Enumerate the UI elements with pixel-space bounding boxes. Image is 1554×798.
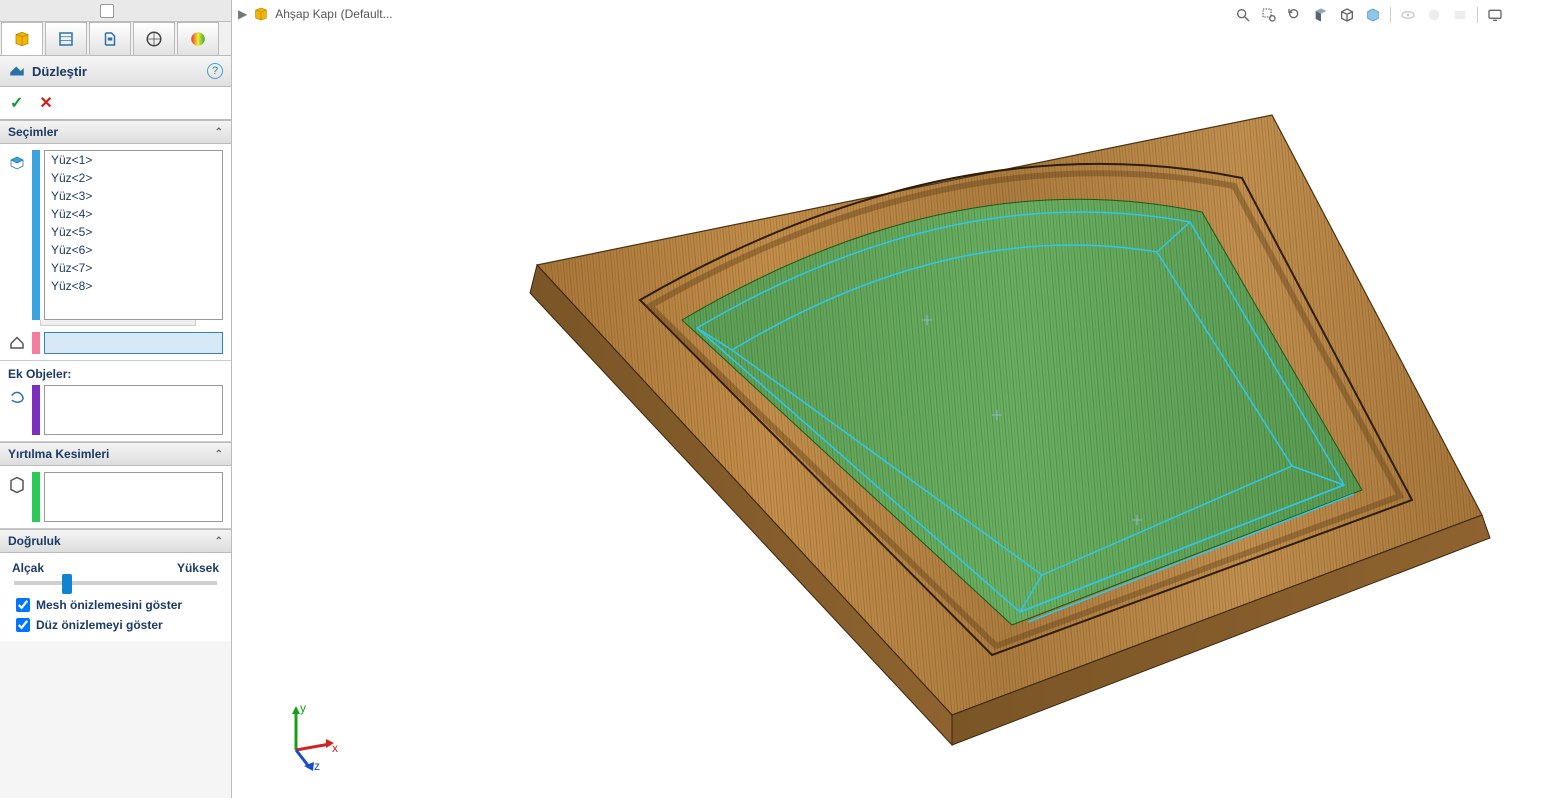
section-selections-title: Seçimler xyxy=(8,125,58,139)
face-selection-list[interactable]: Yüz<1> Yüz<2> Yüz<3> Yüz<4> Yüz<5> Yüz<6… xyxy=(44,150,223,320)
accuracy-high-label: Yüksek xyxy=(177,561,219,575)
section-tearcuts-title: Yırtılma Kesimleri xyxy=(8,447,109,461)
mesh-preview-checkbox[interactable] xyxy=(16,598,30,612)
property-panel: Düzleştir ? ✓ ✕ Seçimler ⌃ Yüz<1> Yüz<2>… xyxy=(0,0,232,798)
tab-property-manager[interactable] xyxy=(45,22,87,55)
tab-feature-manager[interactable] xyxy=(1,22,43,55)
help-icon[interactable]: ? xyxy=(207,63,223,79)
confirm-row: ✓ ✕ xyxy=(0,87,231,120)
section-selections-body: Yüz<1> Yüz<2> Yüz<3> Yüz<4> Yüz<5> Yüz<6… xyxy=(0,144,231,361)
flat-preview-label: Düz önizlemeyi göster xyxy=(36,618,163,632)
extra-objects-label: Ek Objeler: xyxy=(8,367,223,381)
feature-header: Düzleştir ? xyxy=(0,56,231,87)
list-item[interactable]: Yüz<2> xyxy=(45,169,222,187)
fixed-face-input[interactable] xyxy=(44,332,223,354)
selection-color-bar-pink xyxy=(32,332,40,354)
dock-toggle-icon[interactable] xyxy=(100,4,114,18)
section-accuracy-head[interactable]: Doğruluk ⌃ xyxy=(0,529,231,553)
section-tearcuts-body xyxy=(0,466,231,529)
section-extra-objects: Ek Objeler: xyxy=(0,361,231,442)
model-render[interactable] xyxy=(232,0,1554,798)
faces-icon xyxy=(8,150,28,175)
flatten-icon xyxy=(8,62,26,80)
tab-display-manager[interactable] xyxy=(177,22,219,55)
list-item[interactable]: Yüz<5> xyxy=(45,223,222,241)
accuracy-slider[interactable] xyxy=(14,581,217,585)
list-item[interactable]: Yüz<8> xyxy=(45,277,222,295)
mesh-preview-label: Mesh önizlemesini göster xyxy=(36,598,182,612)
section-selections-head[interactable]: Seçimler ⌃ xyxy=(0,120,231,144)
sidebar-tabs xyxy=(0,22,231,56)
mesh-preview-check-row[interactable]: Mesh önizlemesini göster xyxy=(8,595,223,615)
cancel-button[interactable]: ✕ xyxy=(39,93,52,113)
list-item[interactable]: Yüz<6> xyxy=(45,241,222,259)
list-item[interactable]: Yüz<7> xyxy=(45,259,222,277)
accuracy-low-label: Alçak xyxy=(12,561,44,575)
chevron-up-icon[interactable]: ⌃ xyxy=(215,449,223,460)
tab-dimxpert[interactable] xyxy=(133,22,175,55)
list-resize-handle[interactable] xyxy=(40,320,196,326)
triad-x-label: x xyxy=(332,741,338,755)
selection-color-bar-purple xyxy=(32,385,40,435)
list-item[interactable]: Yüz<4> xyxy=(45,205,222,223)
section-accuracy-title: Doğruluk xyxy=(8,534,61,548)
chevron-up-icon[interactable]: ⌃ xyxy=(215,127,223,138)
ok-button[interactable]: ✓ xyxy=(10,93,23,113)
list-item[interactable]: Yüz<1> xyxy=(45,151,222,169)
view-triad[interactable]: y x z xyxy=(274,702,344,772)
tab-configuration-manager[interactable] xyxy=(89,22,131,55)
triad-y-label: y xyxy=(300,702,306,715)
list-item[interactable]: Yüz<3> xyxy=(45,187,222,205)
selection-color-bar xyxy=(32,150,40,320)
flat-preview-checkbox[interactable] xyxy=(16,618,30,632)
extra-objects-list[interactable] xyxy=(44,385,223,435)
panel-dock-strip xyxy=(0,0,231,22)
triad-z-label: z xyxy=(314,759,320,772)
slider-thumb[interactable] xyxy=(62,574,72,594)
fixed-face-icon xyxy=(8,333,28,354)
section-tearcuts-head[interactable]: Yırtılma Kesimleri ⌃ xyxy=(0,442,231,466)
3d-viewport[interactable]: ▶ Ahşap Kapı (Default... xyxy=(232,0,1554,798)
section-accuracy-body: Alçak Yüksek Mesh önizlemesini göster Dü… xyxy=(0,553,231,641)
chevron-up-icon[interactable]: ⌃ xyxy=(215,536,223,547)
flat-preview-check-row[interactable]: Düz önizlemeyi göster xyxy=(8,615,223,635)
tear-cuts-icon xyxy=(8,472,28,497)
extra-objects-icon xyxy=(8,385,28,410)
feature-title: Düzleştir xyxy=(32,64,207,79)
selection-color-bar-green xyxy=(32,472,40,522)
tear-cuts-list[interactable] xyxy=(44,472,223,522)
